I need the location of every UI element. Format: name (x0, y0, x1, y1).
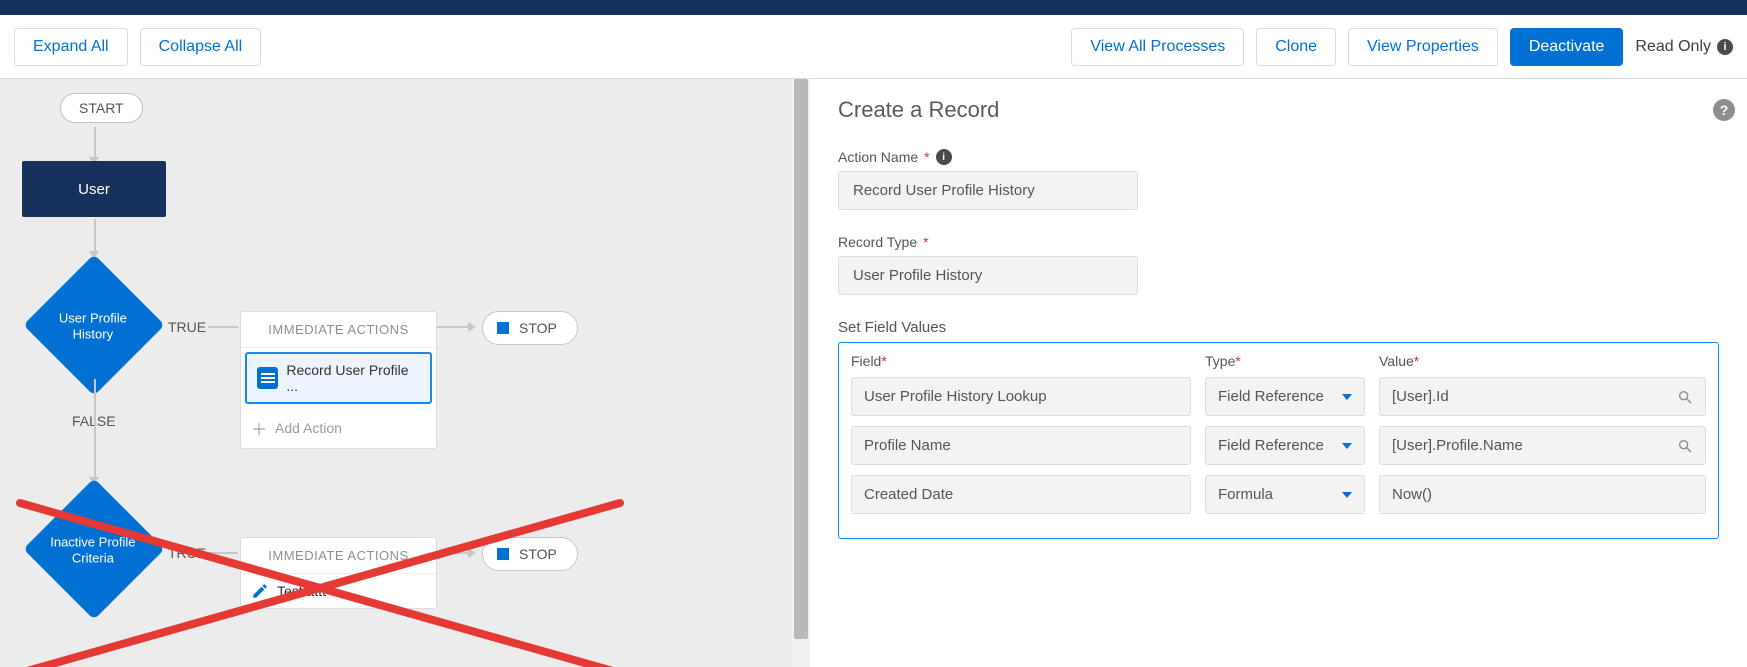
stop-square-icon (497, 548, 509, 560)
stop-node-1[interactable]: STOP (482, 311, 578, 345)
stop-label: STOP (519, 546, 557, 562)
immediate-actions-header: IMMEDIATE ACTIONS (241, 312, 436, 348)
value-cell[interactable]: [User].Id (1379, 377, 1706, 416)
edge (94, 379, 96, 479)
panel-title: Create a Record (838, 97, 1719, 123)
read-only-label: Read Only i (1635, 38, 1733, 56)
value-cell[interactable]: [User].Profile.Name (1379, 426, 1706, 465)
info-icon[interactable]: i (936, 149, 952, 165)
criteria-label: User Profile History (39, 311, 147, 342)
criteria-node-inactive-profile[interactable]: Inactive Profile Criteria (23, 478, 164, 619)
edge (208, 552, 238, 554)
value-cell[interactable]: Now() (1379, 475, 1706, 514)
criteria-node-user-profile-history[interactable]: User Profile History (23, 254, 164, 395)
deactivate-button[interactable]: Deactivate (1510, 28, 1624, 66)
type-cell[interactable]: Field Reference (1205, 377, 1365, 416)
action-name-label: Action Name * i (838, 149, 1719, 165)
required-asterisk: * (1235, 353, 1240, 369)
toolbar: Expand All Collapse All View All Process… (0, 15, 1747, 79)
immediate-actions-panel-1: IMMEDIATE ACTIONS Record User Profile ..… (240, 311, 437, 449)
edge-arrowhead (468, 548, 476, 558)
header-value: Value (1379, 353, 1414, 369)
action-label: Record User Profile ... (286, 362, 420, 394)
stop-label: STOP (519, 320, 557, 336)
add-action-label: Add Action (275, 420, 342, 436)
plus-icon: ＋ (251, 416, 267, 440)
table-row: User Profile History Lookup Field Refere… (851, 377, 1706, 416)
action-record-user-profile[interactable]: Record User Profile ... (245, 352, 432, 404)
required-asterisk: * (1414, 353, 1419, 369)
type-cell[interactable]: Field Reference (1205, 426, 1365, 465)
header-field: Field (851, 353, 881, 369)
set-field-values-title: Set Field Values (838, 319, 1719, 336)
canvas-scrollbar[interactable] (792, 79, 810, 667)
edge-arrowhead (468, 322, 476, 332)
collapse-all-button[interactable]: Collapse All (140, 28, 262, 66)
object-node[interactable]: User (22, 161, 166, 217)
edge (208, 326, 238, 328)
action-name-field[interactable]: Record User Profile History (838, 171, 1138, 210)
view-properties-button[interactable]: View Properties (1348, 28, 1498, 66)
global-header-stripe (0, 0, 1747, 15)
dropdown-caret-icon (1342, 492, 1352, 498)
help-icon[interactable]: ? (1713, 99, 1735, 121)
dropdown-caret-icon (1342, 443, 1352, 449)
edit-icon (251, 582, 269, 600)
stop-node-2[interactable]: STOP (482, 537, 578, 571)
label-text: Record Type (838, 234, 917, 250)
table-row: Profile Name Field Reference [User].Prof… (851, 426, 1706, 465)
edge (436, 552, 472, 554)
detail-panel: ? Create a Record Action Name * i Record … (810, 79, 1747, 667)
search-icon[interactable] (1677, 389, 1693, 405)
info-icon: i (1717, 39, 1733, 55)
edge (94, 219, 96, 253)
record-icon (257, 367, 278, 389)
dropdown-caret-icon (1342, 394, 1352, 400)
field-values-grid: Field* Type* Value* User Profile History… (838, 342, 1719, 539)
action-test[interactable]: Testtttttt (241, 574, 436, 608)
immediate-actions-panel-2: IMMEDIATE ACTIONS Testtttttt (240, 537, 437, 609)
stop-square-icon (497, 322, 509, 334)
header-type: Type (1205, 353, 1235, 369)
process-canvas: START User User Profile History TRUE IMM… (0, 79, 810, 667)
edge (94, 127, 96, 159)
edge-label-true: TRUE (168, 319, 206, 335)
grid-header: Field* Type* Value* (851, 353, 1706, 369)
required-asterisk: * (923, 234, 928, 250)
immediate-actions-header: IMMEDIATE ACTIONS (241, 538, 436, 574)
table-row: Created Date Formula Now() (851, 475, 1706, 514)
criteria-label: Inactive Profile Criteria (39, 535, 147, 566)
edge-label-true: TRUE (168, 545, 206, 561)
action-label: Testtttttt (277, 583, 326, 599)
record-type-field[interactable]: User Profile History (838, 256, 1138, 295)
field-cell[interactable]: Created Date (851, 475, 1191, 514)
expand-all-button[interactable]: Expand All (14, 28, 128, 66)
field-cell[interactable]: User Profile History Lookup (851, 377, 1191, 416)
required-asterisk: * (924, 149, 929, 165)
canvas-scrollbar-thumb[interactable] (794, 79, 808, 639)
record-type-label: Record Type * (838, 234, 1719, 250)
search-icon[interactable] (1677, 438, 1693, 454)
view-all-processes-button[interactable]: View All Processes (1071, 28, 1244, 66)
clone-button[interactable]: Clone (1256, 28, 1336, 66)
read-only-text: Read Only (1635, 38, 1711, 56)
start-node[interactable]: START (60, 93, 143, 123)
required-asterisk: * (881, 353, 886, 369)
add-action-button[interactable]: ＋ Add Action (241, 408, 436, 448)
edge (436, 326, 472, 328)
field-cell[interactable]: Profile Name (851, 426, 1191, 465)
label-text: Action Name (838, 149, 918, 165)
type-cell[interactable]: Formula (1205, 475, 1365, 514)
